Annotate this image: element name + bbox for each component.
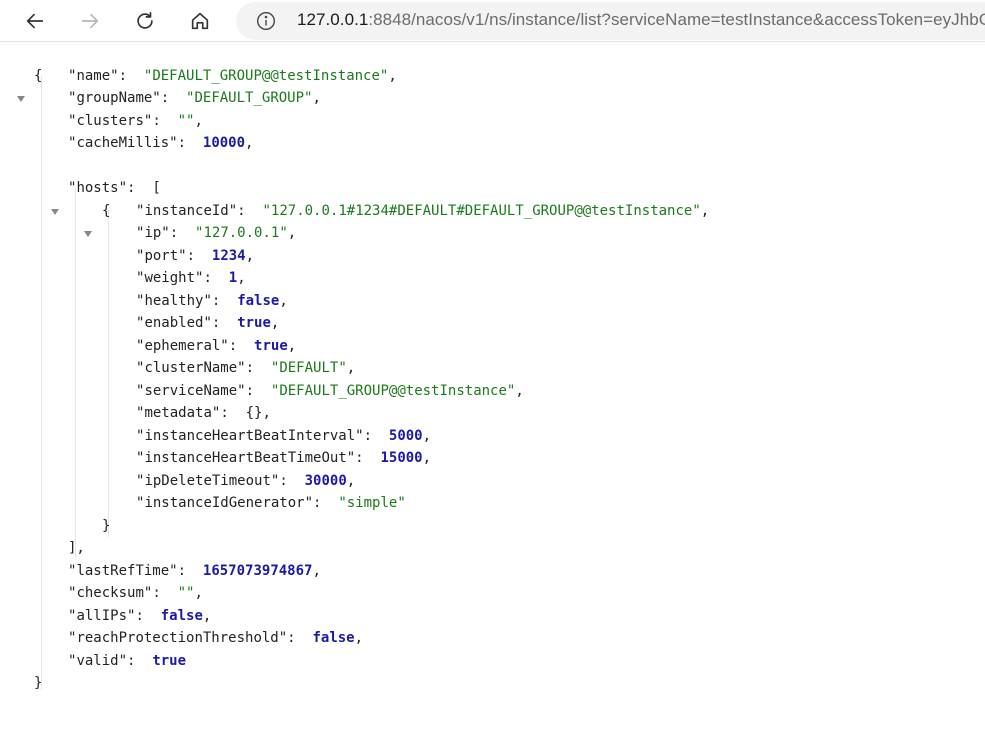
json-boolean-value: true — [254, 337, 288, 354]
json-key: "healthy" — [136, 292, 212, 309]
json-key: "clusterName" — [136, 360, 246, 376]
json-string-value: "" — [177, 585, 195, 601]
json-key: "name" — [68, 67, 119, 84]
json-object-value: {} — [245, 405, 263, 421]
json-line-host-open: { — [0, 177, 985, 237]
json-key: "ipDeleteTimeout" — [136, 472, 280, 489]
json-viewer: { "name": "DEFAULT_GROUP@@testInstance",… — [0, 42, 985, 695]
json-boolean-value: true — [237, 315, 271, 331]
json-line-checksum: "checksum": "", — [68, 585, 203, 601]
json-line-valid: "valid": true — [68, 652, 187, 669]
url-path: :8848/nacos/v1/ns/instance/list?serviceN… — [368, 10, 985, 29]
json-line-clusters: "clusters": "", — [68, 112, 203, 129]
json-line-instanceIdGenerator: "instanceIdGenerator": "simple" — [136, 495, 406, 511]
json-line-cacheMillis: "cacheMillis": 10000, — [68, 135, 254, 151]
json-string-value: "" — [177, 112, 195, 129]
json-string-value: "DEFAULT_GROUP@@testInstance" — [143, 67, 389, 84]
json-line-reachProtectionThreshold: "reachProtectionThreshold": false, — [68, 630, 364, 646]
json-key: "enabled" — [136, 315, 212, 331]
json-string-value: "127.0.0.1" — [195, 225, 288, 241]
reload-icon — [137, 11, 153, 29]
json-key: "groupName" — [68, 90, 161, 106]
json-key: "port" — [136, 247, 187, 264]
json-key: "instanceHeartBeatInterval" — [136, 427, 364, 444]
json-line-clusterName: "clusterName": "DEFAULT", — [136, 360, 356, 376]
json-key: "reachProtectionThreshold" — [68, 630, 288, 646]
json-line-instanceHeartBeatTimeOut: "instanceHeartBeatTimeOut": 15000, — [136, 450, 432, 466]
json-key: "lastRefTime" — [68, 562, 178, 579]
json-line-metadata: "metadata": {}, — [136, 405, 271, 421]
json-key: "ephemeral" — [136, 337, 229, 354]
forward-button[interactable] — [73, 4, 107, 38]
json-number-value: 5000 — [388, 427, 423, 444]
json-boolean-value: true — [152, 652, 187, 669]
json-key: "instanceIdGenerator" — [136, 495, 314, 511]
json-line-lastRefTime: "lastRefTime": 1657073974867, — [68, 562, 321, 579]
json-key: "metadata" — [136, 405, 221, 421]
url-host: 127.0.0.1 — [297, 10, 369, 29]
json-key: "instanceId" — [136, 202, 238, 219]
json-string-value: "127.0.0.1#1234#DEFAULT#DEFAULT_GROUP@@t… — [262, 202, 701, 219]
browser-toolbar: 127.0.0.1:8848/nacos/v1/ns/instance/list… — [0, 0, 985, 42]
json-line-instanceHeartBeatInterval: "instanceHeartBeatInterval": 5000, — [136, 427, 432, 444]
json-number-value: 30000 — [304, 472, 347, 489]
hosts-close-bracket: ], — [68, 540, 85, 556]
json-key: "ip" — [136, 225, 170, 241]
json-line-root-close: } — [0, 672, 985, 695]
json-line-hosts: "hosts": [ — [0, 155, 985, 215]
json-boolean-value: false — [312, 630, 355, 646]
json-key: "checksum" — [68, 585, 153, 601]
json-line-port: "port": 1234, — [136, 247, 255, 264]
root-toggle[interactable] — [16, 49, 26, 102]
json-line-healthy: "healthy": false, — [136, 292, 288, 309]
json-line-hosts-close: ], — [0, 537, 985, 560]
json-boolean-value: false — [237, 292, 280, 309]
root-close-brace: } — [34, 675, 43, 691]
info-icon[interactable] — [256, 11, 276, 31]
json-string-value: "DEFAULT_GROUP@@testInstance" — [270, 382, 516, 399]
json-key: "instanceHeartBeatTimeOut" — [136, 450, 356, 466]
json-line: { — [0, 42, 985, 102]
json-number-value: 10000 — [202, 135, 246, 151]
json-line-weight: "weight": 1, — [136, 270, 246, 286]
json-number-value: 1657073974867 — [202, 562, 313, 579]
json-line-ephemeral: "ephemeral": true, — [136, 337, 297, 354]
json-key: "cacheMillis" — [68, 135, 178, 151]
json-boolean-value: false — [160, 607, 203, 624]
json-line-host-close: } — [0, 515, 985, 538]
json-line-allIPs: "allIPs": false, — [68, 607, 212, 624]
forward-arrow-icon — [81, 13, 99, 29]
home-button[interactable] — [183, 4, 217, 38]
json-line-instanceId: "instanceId": "127.0.0.1#1234#DEFAULT#DE… — [136, 202, 710, 219]
home-icon — [191, 12, 209, 30]
json-number-value: 15000 — [380, 450, 423, 466]
json-key: "clusters" — [68, 112, 153, 129]
json-key: "allIPs" — [68, 607, 136, 624]
json-key: "weight" — [136, 270, 204, 286]
json-key: "valid" — [68, 652, 128, 669]
address-bar[interactable]: 127.0.0.1:8848/nacos/v1/ns/instance/list… — [236, 2, 985, 40]
json-string-value: "DEFAULT_GROUP" — [186, 90, 313, 106]
back-arrow-icon — [26, 13, 44, 29]
json-string-value: "simple" — [338, 495, 406, 511]
hosts-toggle[interactable] — [50, 162, 60, 215]
reload-button[interactable] — [128, 4, 162, 38]
json-line-ip: "ip": "127.0.0.1", — [136, 225, 297, 241]
host-toggle[interactable] — [83, 184, 93, 237]
json-number-value: 1 — [228, 270, 238, 286]
back-button[interactable] — [18, 4, 52, 38]
url-text[interactable]: 127.0.0.1:8848/nacos/v1/ns/instance/list… — [297, 10, 985, 30]
json-line-serviceName: "serviceName": "DEFAULT_GROUP@@testInsta… — [136, 382, 524, 399]
json-string-value: "DEFAULT" — [270, 360, 347, 376]
json-line-groupName: "groupName": "DEFAULT_GROUP", — [68, 90, 321, 106]
json-key: "serviceName" — [136, 382, 246, 399]
json-number-value: 1234 — [211, 247, 246, 264]
json-line-enabled: "enabled": true, — [136, 315, 280, 331]
json-line-ipDeleteTimeout: "ipDeleteTimeout": 30000, — [136, 472, 356, 489]
json-line-name: "name": "DEFAULT_GROUP@@testInstance", — [68, 67, 397, 84]
host-close-brace: } — [102, 517, 111, 534]
